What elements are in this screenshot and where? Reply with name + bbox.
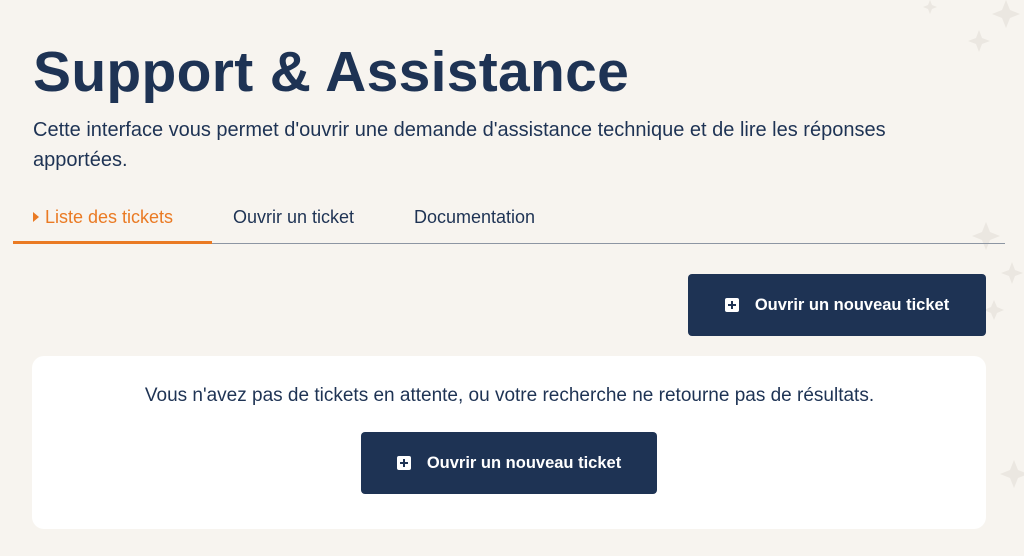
tab-ticket-list[interactable]: Liste des tickets	[13, 196, 212, 244]
sparkle-icon	[984, 300, 1004, 320]
tab-bar: Liste des tickets Ouvrir un ticket Docum…	[13, 196, 1005, 244]
new-ticket-button[interactable]: Ouvrir un nouveau ticket	[688, 274, 986, 336]
sparkle-icon	[1001, 262, 1023, 284]
plus-square-icon	[396, 456, 411, 470]
page-description: Cette interface vous permet d'ouvrir une…	[33, 119, 886, 171]
plus-square-icon	[724, 298, 739, 312]
empty-state-new-ticket-button[interactable]: Ouvrir un nouveau ticket	[361, 432, 657, 494]
sparkle-icon	[968, 30, 990, 52]
caret-right-icon	[33, 212, 39, 222]
tab-label: Liste des tickets	[45, 207, 174, 227]
sparkle-icon	[1000, 460, 1024, 488]
tab-label: Documentation	[414, 207, 536, 227]
tab-documentation[interactable]: Documentation	[414, 196, 535, 242]
tab-label: Ouvrir un ticket	[233, 207, 355, 227]
page-title: Support & Assistance	[33, 40, 630, 104]
empty-state-new-ticket-label: Ouvrir un nouveau ticket	[426, 453, 622, 472]
empty-state-message: Vous n'avez pas de tickets en attente, o…	[144, 385, 875, 406]
new-ticket-button-label: Ouvrir un nouveau ticket	[754, 295, 950, 314]
tab-open-ticket[interactable]: Ouvrir un ticket	[233, 196, 354, 242]
sparkle-icon	[992, 0, 1020, 28]
sparkle-icon	[923, 0, 937, 14]
